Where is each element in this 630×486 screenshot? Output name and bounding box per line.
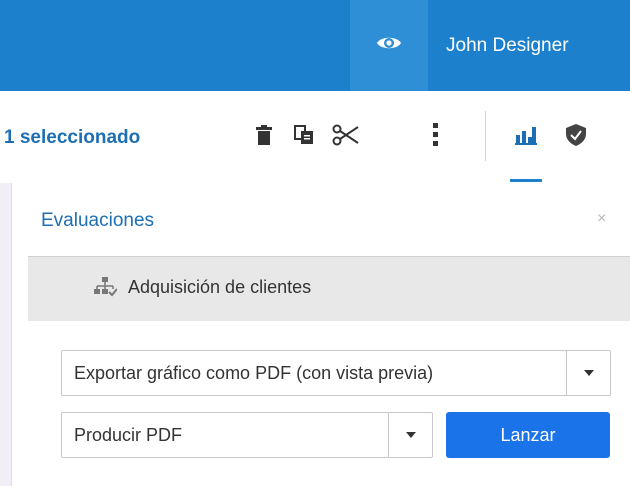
export-type-dropdown-button[interactable] bbox=[566, 351, 610, 395]
toolbar-divider bbox=[485, 111, 486, 161]
more-options-button[interactable] bbox=[420, 119, 452, 155]
top-bar: John Designer bbox=[0, 0, 630, 91]
caret-down-icon bbox=[405, 426, 417, 444]
trash-icon bbox=[256, 124, 272, 150]
permissions-tab[interactable] bbox=[560, 119, 592, 155]
evaluations-panel: Evaluaciones × Adquisición de clientes E… bbox=[12, 183, 630, 486]
copy-icon bbox=[294, 124, 314, 150]
copy-button[interactable] bbox=[288, 119, 320, 155]
scissors-icon bbox=[332, 124, 360, 151]
section-label: Adquisición de clientes bbox=[128, 277, 312, 297]
more-vertical-icon bbox=[433, 122, 439, 152]
export-type-select[interactable]: Exportar gráfico como PDF (con vista pre… bbox=[61, 350, 611, 396]
shield-icon bbox=[566, 123, 586, 151]
hierarchy-icon bbox=[93, 277, 118, 302]
panel-title: Evaluaciones bbox=[41, 210, 155, 231]
preview-button[interactable] bbox=[350, 0, 428, 91]
delete-button[interactable] bbox=[248, 119, 280, 155]
section-header[interactable]: Adquisición de clientes bbox=[28, 256, 630, 321]
action-value: Producir PDF bbox=[74, 424, 183, 445]
statistics-tab[interactable] bbox=[510, 119, 542, 155]
close-icon[interactable]: × bbox=[597, 210, 606, 228]
launch-button[interactable]: Lanzar bbox=[446, 412, 610, 458]
cut-button[interactable] bbox=[330, 119, 362, 155]
action-dropdown-button[interactable] bbox=[388, 413, 432, 457]
active-tab-indicator bbox=[510, 179, 542, 182]
user-menu[interactable]: John Designer bbox=[446, 0, 569, 91]
selection-toolbar: 1 seleccionado bbox=[0, 91, 630, 183]
bar-chart-icon bbox=[515, 125, 537, 150]
export-type-value: Exportar gráfico como PDF (con vista pre… bbox=[74, 362, 434, 383]
caret-down-icon bbox=[583, 364, 595, 382]
action-select[interactable]: Producir PDF bbox=[61, 412, 433, 458]
selection-count: 1 seleccionado bbox=[4, 127, 141, 148]
eye-icon bbox=[376, 34, 402, 57]
left-sidebar-edge bbox=[0, 183, 12, 486]
